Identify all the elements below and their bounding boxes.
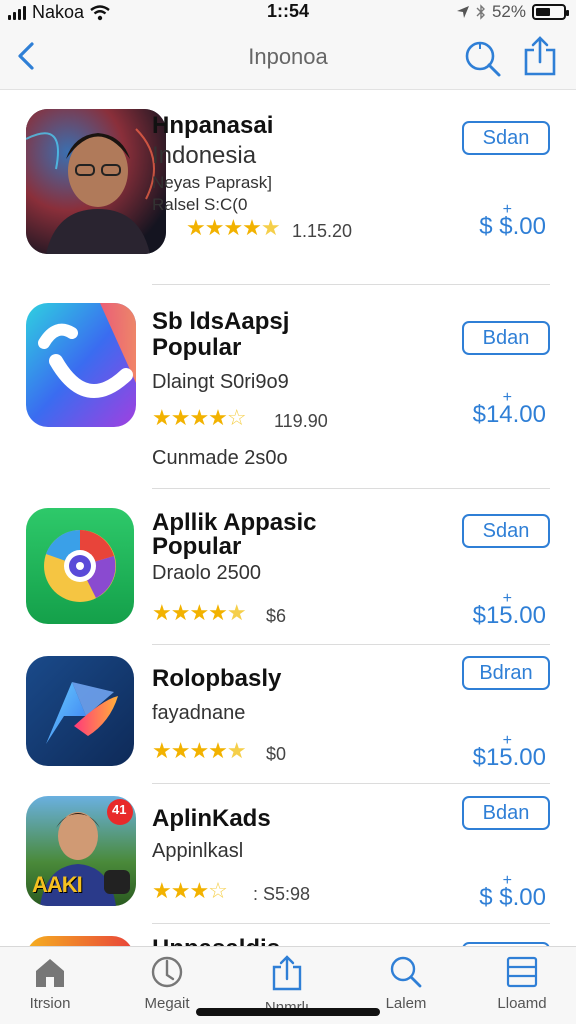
search-icon[interactable]	[462, 38, 502, 78]
app-price: $15.00	[472, 602, 546, 629]
get-button[interactable]: Sdan	[462, 121, 550, 155]
rating-count: $0	[266, 744, 287, 764]
row-divider	[152, 284, 550, 285]
tab-home[interactable]: Itrsion	[0, 955, 100, 1012]
app-developer: Neyas Paprask]	[152, 173, 272, 192]
compass-icon	[151, 956, 183, 988]
list-item[interactable]: Apllik Appasic Popular Draolo 2500 ★★★★★…	[0, 506, 576, 656]
rating-count: 119.90	[274, 411, 328, 431]
battery-fill	[536, 8, 550, 16]
star-rating-icon: ★★★★★	[186, 215, 281, 240]
app-developer: Dlaingt S0ri9o9	[152, 371, 289, 393]
app-category: Ralsel S:C(0	[152, 195, 248, 214]
app-price: $15.00	[472, 744, 546, 771]
star-rating-icon: ★★★☆	[152, 878, 228, 903]
get-button[interactable]: Bdran	[462, 656, 550, 690]
app-title[interactable]: Rolopbasly	[152, 666, 281, 692]
app-icon-abstract[interactable]	[26, 303, 136, 427]
app-title[interactable]: AplinKads	[152, 806, 271, 832]
app-icon-badge: 41	[112, 802, 127, 817]
rating-count: $6	[266, 606, 287, 626]
app-subtitle: Popular	[152, 533, 242, 560]
tab-explore[interactable]: Megait	[117, 955, 217, 1012]
tab-label: Lloamd	[497, 995, 547, 1012]
rating-count: : S5:98	[248, 884, 311, 904]
star-rating-icon: ★★★★☆	[152, 405, 247, 430]
list-item[interactable]: Rolopbasly fayadnane ★★★★★ $0 Bdran + $1…	[0, 656, 576, 796]
location-icon	[456, 6, 469, 18]
app-developer: Draolo 2500	[152, 562, 261, 584]
app-developer: fayadnane	[152, 702, 246, 724]
tab-search[interactable]: Lalem	[356, 955, 456, 1012]
share-icon	[272, 955, 302, 991]
battery-percent: 52%	[491, 2, 526, 21]
app-price: $ $.00	[479, 884, 546, 911]
app-icon-chrome[interactable]	[26, 508, 134, 624]
app-icon-portrait[interactable]	[26, 109, 166, 254]
list-item[interactable]: AAKI 41 AplinKads Appinlkasl ★★★☆ : S5:9…	[0, 796, 576, 936]
row-divider	[152, 488, 550, 489]
abstract-swoosh-artwork	[26, 303, 136, 427]
status-bar: Nakoa 1::54 52%	[0, 0, 576, 26]
home-icon	[36, 959, 64, 987]
tab-share[interactable]: Nnmrlı	[237, 955, 337, 1016]
app-developer: Appinlkasl	[152, 840, 244, 862]
get-button[interactable]: Bdan	[462, 321, 550, 355]
list-item[interactable]: Sb ldsAapsj Popular Dlaingt S0ri9o9 ★★★★…	[0, 301, 576, 497]
row-divider	[152, 644, 550, 645]
app-title[interactable]: Hnpanasai	[152, 113, 273, 139]
star-rating-icon: ★★★★★	[152, 600, 247, 625]
search-icon	[390, 956, 422, 988]
portrait-artwork	[26, 109, 166, 254]
circle-logo-artwork	[26, 508, 134, 624]
battery-icon	[532, 4, 569, 20]
home-indicator[interactable]	[196, 1008, 380, 1016]
app-title[interactable]: Sb ldsAapsj	[152, 309, 289, 335]
bluetooth-icon	[476, 4, 485, 20]
app-subtitle: Indonesia	[152, 142, 257, 169]
tab-updates[interactable]: Lloamd	[472, 955, 572, 1012]
app-price: $ $.00	[479, 213, 546, 240]
row-divider	[152, 783, 550, 784]
list-icon	[506, 956, 538, 988]
app-subtitle: Popular	[152, 334, 242, 361]
rating-count: 1.15.20	[292, 221, 353, 241]
app-category: Cunmade 2s0o	[152, 447, 288, 469]
app-icon-game[interactable]: AAKI 41	[26, 796, 136, 906]
share-icon[interactable]	[522, 34, 558, 78]
star-rating-icon: ★★★★★	[152, 738, 247, 763]
get-button[interactable]: Bdan	[462, 796, 550, 830]
app-icon-arrow[interactable]	[26, 656, 134, 766]
arrow-logo-artwork	[26, 656, 134, 766]
list-item[interactable]: Hnpanasai Indonesia Neyas Paprask] Ralse…	[0, 109, 576, 303]
get-button[interactable]: Sdan	[462, 514, 550, 548]
app-icon-logo-text: AAKI	[32, 872, 83, 897]
navigation-bar: Inponoa	[0, 26, 576, 90]
status-right: 52%	[456, 2, 569, 22]
row-divider	[152, 923, 550, 924]
tab-label: Itrsion	[29, 995, 71, 1012]
app-price: $14.00	[472, 401, 546, 428]
